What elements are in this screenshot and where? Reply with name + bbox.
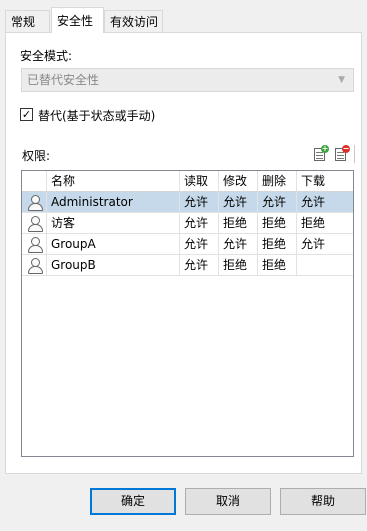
table-row[interactable]: Administrator 允许 允许 允许 允许 (22, 192, 353, 213)
permissions-label: 权限: (22, 149, 51, 163)
tab-security[interactable]: 安全性 (51, 7, 104, 33)
security-mode-select[interactable]: 已替代安全性 ▼ (21, 68, 354, 92)
row-read[interactable]: 允许 (180, 234, 219, 255)
row-delete[interactable]: 拒绝 (258, 213, 297, 234)
user-icon (27, 194, 43, 211)
override-checkbox-label[interactable]: 替代(基于状态或手动) (38, 107, 155, 124)
toolbar-separator (354, 145, 355, 163)
table-row[interactable]: GroupA 允许 允许 拒绝 允许 (22, 234, 353, 255)
row-download[interactable]: 允许 (297, 234, 353, 255)
security-mode-value: 已替代安全性 (27, 73, 100, 87)
row-download[interactable]: 允许 (297, 192, 353, 213)
table-row[interactable]: 访客 允许 拒绝 拒绝 拒绝 (22, 213, 353, 234)
ok-button[interactable]: 确定 (90, 488, 176, 515)
tab-effective-access[interactable]: 有效访问 (104, 10, 163, 32)
row-read[interactable]: 允许 (180, 192, 219, 213)
add-permission-button[interactable]: + (312, 145, 329, 162)
cancel-button[interactable]: 取消 (185, 488, 271, 515)
row-delete[interactable]: 允许 (258, 192, 297, 213)
row-name: GroupB (47, 255, 180, 276)
row-name: Administrator (47, 192, 180, 213)
row-modify[interactable]: 拒绝 (219, 255, 258, 276)
row-delete[interactable]: 拒绝 (258, 255, 297, 276)
column-header-read[interactable]: 读取 (180, 171, 219, 192)
user-icon (27, 257, 43, 274)
row-delete[interactable]: 拒绝 (258, 234, 297, 255)
table-row[interactable]: GroupB 允许 拒绝 拒绝 (22, 255, 353, 276)
tab-general[interactable]: 常规 (5, 10, 50, 32)
override-checkbox[interactable]: ✓ (20, 108, 33, 121)
chevron-down-icon: ▼ (338, 75, 345, 85)
permissions-table[interactable]: 名称 读取 修改 删除 下载 Administrator 允许 允许 允许 允许… (21, 170, 354, 457)
tab-strip: 常规 安全性 有效访问 (0, 0, 367, 36)
row-read[interactable]: 允许 (180, 213, 219, 234)
remove-permission-button[interactable]: − (333, 145, 350, 162)
table-header: 名称 读取 修改 删除 下载 (22, 171, 353, 192)
row-modify[interactable]: 允许 (219, 234, 258, 255)
column-header-delete[interactable]: 删除 (258, 171, 297, 192)
help-button[interactable]: 帮助 (280, 488, 366, 515)
row-name: GroupA (47, 234, 180, 255)
row-modify[interactable]: 拒绝 (219, 213, 258, 234)
column-header-name[interactable]: 名称 (47, 171, 180, 192)
row-download[interactable]: 拒绝 (297, 213, 353, 234)
security-tab-panel: 安全模式: 已替代安全性 ▼ ✓ 替代(基于状态或手动) 权限: + − 名称 … (5, 32, 362, 474)
user-icon (27, 215, 43, 232)
header-icon-column (22, 171, 47, 192)
row-download[interactable] (297, 255, 353, 276)
column-header-download[interactable]: 下载 (297, 171, 353, 192)
user-icon (27, 236, 43, 253)
row-read[interactable]: 允许 (180, 255, 219, 276)
row-name: 访客 (47, 213, 180, 234)
security-mode-label: 安全模式: (20, 49, 73, 63)
column-header-modify[interactable]: 修改 (219, 171, 258, 192)
row-modify[interactable]: 允许 (219, 192, 258, 213)
